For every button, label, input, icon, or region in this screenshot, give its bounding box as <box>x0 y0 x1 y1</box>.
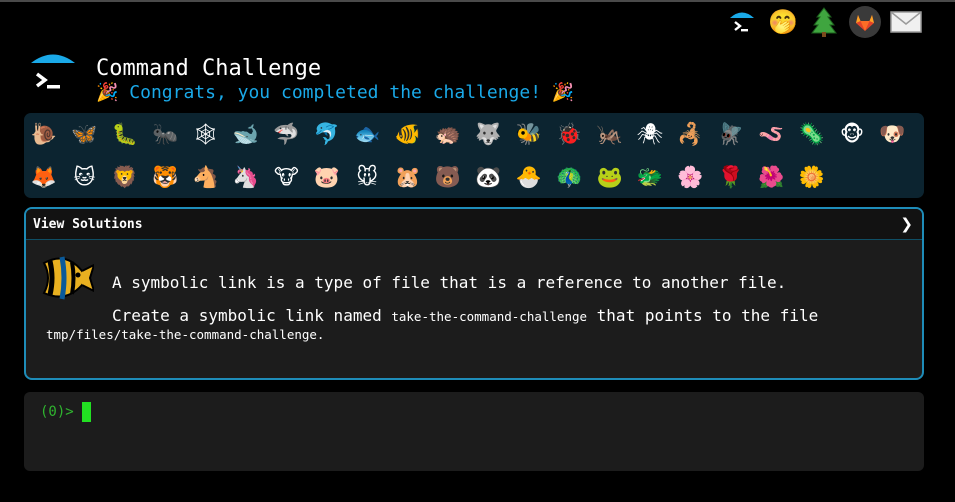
animal-2-5-icon[interactable]: 🐴 <box>191 162 221 192</box>
animal-1-17-icon[interactable]: 🦂 <box>675 119 705 149</box>
animal-2-4-icon[interactable]: 🐯 <box>150 162 180 192</box>
link-name-code: take-the-command-challenge <box>391 309 588 324</box>
view-solutions-label: View Solutions <box>33 217 143 232</box>
animal-2-13-icon[interactable]: 🐣 <box>514 162 544 192</box>
animal-1-11-icon[interactable]: 🦔 <box>433 119 463 149</box>
terminal[interactable]: (0)> <box>24 392 924 471</box>
animal-2-6-icon[interactable]: 🦄 <box>231 162 261 192</box>
top-border-line <box>0 0 955 2</box>
challenge-description-1: A symbolic link is a type of file that i… <box>112 273 787 292</box>
terminal-cursor[interactable] <box>82 402 91 422</box>
animal-1-2-icon[interactable]: 🦋 <box>69 119 99 149</box>
congrats-message: 🎉 Congrats, you completed the challenge!… <box>96 82 574 103</box>
animal-2-3-icon[interactable]: 🦁 <box>110 162 140 192</box>
party-popper-icon: 🎉 <box>551 82 575 103</box>
animal-1-5-icon[interactable]: 🕸 <box>191 119 221 149</box>
animal-1-1-icon[interactable]: 🐌 <box>29 119 59 149</box>
challenge-description-2: Create a symbolic link named take-the-co… <box>112 306 818 325</box>
animal-1-12-icon[interactable]: 🐺 <box>473 119 503 149</box>
congrats-text: Congrats, you completed the challenge! <box>129 82 542 103</box>
animal-2-19-icon[interactable]: 🌺 <box>756 162 786 192</box>
animal-2-14-icon[interactable]: 🦚 <box>554 162 584 192</box>
animal-2-1-icon[interactable]: 🦊 <box>29 162 59 192</box>
animal-1-16-icon[interactable]: 🕷 <box>635 119 665 149</box>
animal-2-17-icon[interactable]: 🌸 <box>675 162 705 192</box>
evergreen-tree-icon[interactable] <box>808 6 840 38</box>
animal-2-15-icon[interactable]: 🐸 <box>595 162 625 192</box>
animal-1-3-icon[interactable]: 🐛 <box>110 119 140 149</box>
animal-2-9-icon[interactable]: 🐭 <box>352 162 382 192</box>
challenge-card: View Solutions ❯ A symbolic link is a ty… <box>24 207 924 380</box>
tropical-fish-icon <box>38 253 96 303</box>
envelope-icon[interactable] <box>890 6 922 38</box>
view-solutions-header[interactable]: View Solutions ❯ <box>26 209 922 240</box>
animal-2-8-icon[interactable]: 🐷 <box>312 162 342 192</box>
gitlab-icon[interactable] <box>849 6 881 38</box>
animal-1-18-icon[interactable]: 🪰 <box>716 119 746 149</box>
animal-1-10-icon[interactable]: 🐠 <box>393 119 423 149</box>
terminal-prompt-icon <box>30 50 76 96</box>
page-title: Command Challenge <box>96 56 322 81</box>
target-file-path: tmp/files/take-the-command-challenge. <box>46 327 325 342</box>
chevron-right-icon[interactable]: ❯ <box>900 215 913 233</box>
animal-1-8-icon[interactable]: 🐬 <box>312 119 342 149</box>
animal-1-20-icon[interactable]: 🦠 <box>797 119 827 149</box>
animal-1-9-icon[interactable]: 🐟 <box>352 119 382 149</box>
completed-challenges-panel: 🐌 🦋 🐛 🐜 🕸 🐋 🦈 🐬 🐟 🐠 🦔 🐺 🐝 🐞 🦗 🕷 🦂 🪰 🪱 🦠 🐵 🐶 🦊 🐱 🦁 🐯 🐴 🦄 🐮 🐷 🐭 🐹 🐻 🐼 🐣 🦚 🐸 🐲 🌸 🌹… <box>24 113 924 198</box>
animal-1-21-icon[interactable]: 🐵 <box>837 119 867 149</box>
terminal-prompt: (0)> <box>40 404 74 420</box>
description-prefix: Create a symbolic link named <box>112 306 392 325</box>
animal-2-18-icon[interactable]: 🌹 <box>716 162 746 192</box>
animal-1-22-icon[interactable]: 🐶 <box>877 119 907 149</box>
command-challenge-icon[interactable] <box>726 6 758 38</box>
animal-2-16-icon[interactable]: 🐲 <box>635 162 665 192</box>
animal-2-12-icon[interactable]: 🐼 <box>473 162 503 192</box>
party-popper-icon: 🎉 <box>96 82 119 103</box>
animal-2-10-icon[interactable]: 🐹 <box>393 162 423 192</box>
animal-1-7-icon[interactable]: 🦈 <box>271 119 301 149</box>
animal-1-13-icon[interactable]: 🐝 <box>514 119 544 149</box>
animal-2-20-icon[interactable]: 🌼 <box>797 162 827 192</box>
animal-2-7-icon[interactable]: 🐮 <box>271 162 301 192</box>
animal-2-2-icon[interactable]: 🐱 <box>69 162 99 192</box>
animal-1-19-icon[interactable]: 🪱 <box>756 119 786 149</box>
animal-1-4-icon[interactable]: 🐜 <box>150 119 180 149</box>
description-suffix: that points to the file <box>587 306 819 325</box>
top-nav: 🤭 <box>726 4 926 40</box>
animal-1-15-icon[interactable]: 🦗 <box>595 119 625 149</box>
hand-over-mouth-emoji-icon[interactable]: 🤭 <box>767 6 799 38</box>
animal-2-11-icon[interactable]: 🐻 <box>433 162 463 192</box>
animal-1-6-icon[interactable]: 🐋 <box>231 119 261 149</box>
animal-1-14-icon[interactable]: 🐞 <box>554 119 584 149</box>
